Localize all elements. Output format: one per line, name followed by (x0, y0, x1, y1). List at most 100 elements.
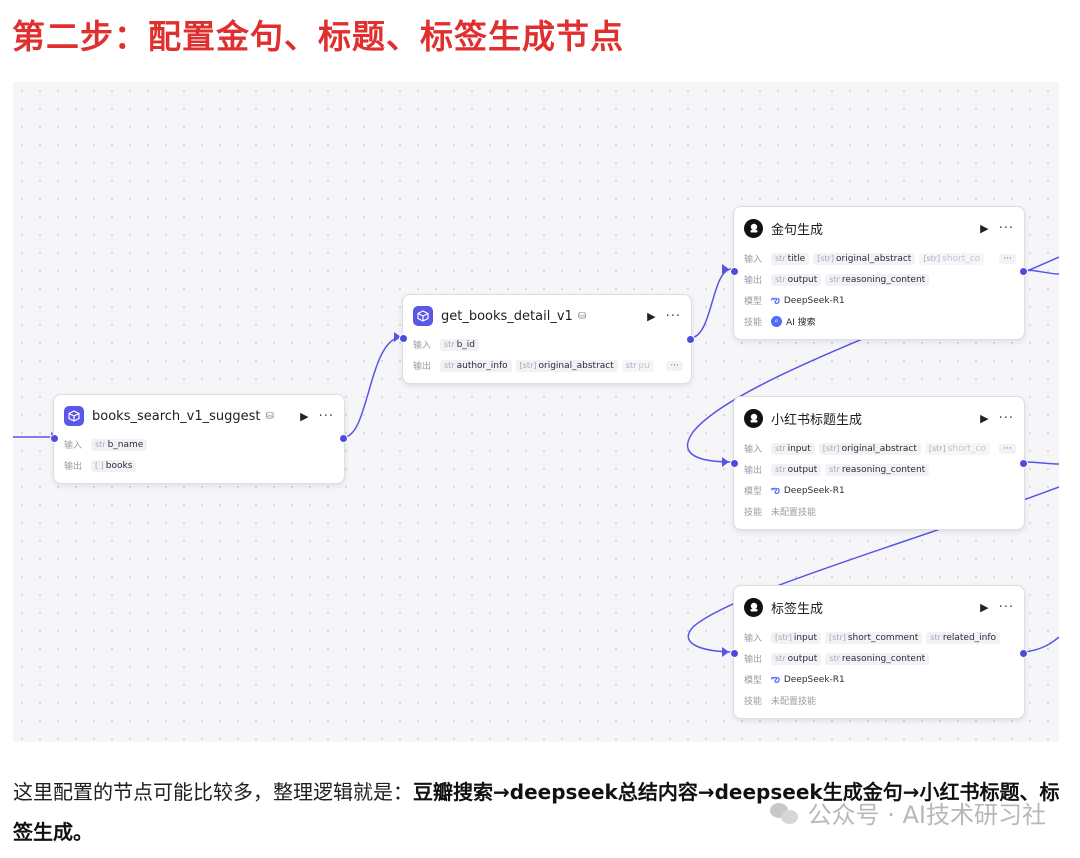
edge-tag-out (1023, 636, 1059, 653)
node-title: 标签生成 (771, 601, 824, 617)
param-chip: [str] original_abstract (818, 442, 921, 455)
model-row: 模型 ఌ DeepSeek-R1 (744, 673, 845, 687)
skill-row: 技能 ⌕ AI 搜索 (744, 316, 816, 328)
param-chip: str title (771, 252, 810, 265)
llm-robot-icon (744, 218, 763, 238)
node-tag[interactable]: 标签生成 ▶ ··· 输入 [str] input [str] short_comm… (730, 585, 1028, 719)
input-handle[interactable] (730, 459, 739, 468)
node-title: 金句生成 (771, 222, 824, 238)
edge-books-search-to-detail (343, 336, 403, 438)
more-options-button[interactable]: ··· (666, 309, 681, 324)
node-title: get_books_detail_v1 (441, 308, 573, 324)
model-name: DeepSeek-R1 (783, 485, 845, 496)
model-row: 模型 ఌ DeepSeek-R1 (744, 484, 845, 498)
store-icon: ⛁ (265, 410, 274, 422)
run-node-button[interactable]: ▶ (980, 222, 988, 235)
deepseek-whale-icon: ఌ (771, 294, 780, 306)
run-node-button[interactable]: ▶ (300, 410, 308, 423)
more-params-button[interactable]: ··· (999, 253, 1016, 264)
deepseek-whale-icon: ఌ (771, 673, 780, 685)
edge-golden-out (1023, 269, 1059, 275)
arrow-xhs (722, 457, 729, 467)
param-chip: str output (771, 652, 822, 665)
node-header: get_books_detail_v1 ⛁ ▶ ··· (413, 304, 681, 328)
param-chip: str input (771, 442, 815, 455)
output-handle[interactable] (1019, 649, 1028, 658)
param-chip: str b_id (440, 338, 480, 351)
paragraph-intro: 这里配置的节点可能比较多，整理逻辑就是： (13, 780, 413, 804)
more-options-button[interactable]: ··· (319, 409, 334, 424)
node-title: 小红书标题生成 (771, 412, 863, 428)
input-handle[interactable] (50, 434, 59, 443)
node-books-search[interactable]: books_search_v1_suggest ⛁ ▶ ··· 输入 str b_… (50, 394, 348, 484)
node-header: 标签生成 ▶ ··· (744, 595, 1014, 619)
output-handle[interactable] (1019, 459, 1028, 468)
node-header: 金句生成 ▶ ··· (744, 216, 1014, 240)
watermark-text: 公众号 · AI技术研习社 (807, 801, 1046, 829)
output-row: 输出 str author_info [str] original_abstract… (413, 357, 683, 374)
plugin-cube-icon (413, 306, 433, 326)
more-params-button[interactable]: ··· (666, 360, 683, 371)
model-row: 模型 ఌ DeepSeek-R1 (744, 294, 845, 308)
output-row: 输出 str output str reasoning_content (744, 461, 1016, 478)
run-node-button[interactable]: ▶ (647, 310, 655, 323)
ai-search-icon: ⌕ (771, 316, 782, 327)
more-options-button[interactable]: ··· (999, 221, 1014, 236)
input-handle[interactable] (730, 267, 739, 276)
run-node-button[interactable]: ▶ (980, 412, 988, 425)
input-handle[interactable] (730, 649, 739, 658)
input-handle[interactable] (399, 334, 408, 343)
skill-name: AI 搜索 (786, 318, 816, 328)
input-row: 输入 [str] input [str] short_comment str rela… (744, 629, 1016, 646)
output-row: 输出 str output str reasoning_content (744, 271, 1016, 288)
param-chip: str output (771, 463, 822, 476)
param-chip: [ ] books (91, 459, 137, 472)
wechat-icon (769, 801, 800, 825)
param-chip: str b_name (91, 438, 148, 451)
model-name: DeepSeek-R1 (783, 674, 845, 685)
skill-name: 未配置技能 (771, 697, 817, 707)
input-row: 输入 str b_id (413, 336, 683, 353)
node-header: books_search_v1_suggest ⛁ ▶ ··· (64, 404, 334, 428)
workflow-canvas[interactable]: books_search_v1_suggest ⛁ ▶ ··· 输入 str b_… (13, 82, 1059, 742)
skill-row: 技能 未配置技能 (744, 692, 1016, 709)
more-options-button[interactable]: ··· (999, 600, 1014, 615)
output-handle[interactable] (339, 434, 348, 443)
param-chip: [str] input (771, 631, 821, 644)
param-chip: [str] short_co (919, 252, 985, 265)
more-options-button[interactable]: ··· (999, 411, 1014, 426)
input-row: 输入 str title [str] original_abstract [str]… (744, 250, 1016, 267)
llm-robot-icon (744, 597, 763, 617)
arrow-tag (722, 647, 729, 657)
llm-robot-icon (744, 408, 763, 428)
input-row: 输入 str b_name (64, 436, 336, 453)
deepseek-whale-icon: ఌ (771, 484, 780, 496)
param-chip: str reasoning_content (825, 463, 930, 476)
param-chip: str related_info (926, 631, 1001, 644)
param-chip: [str] original_abstract (813, 252, 916, 265)
skill-name: 未配置技能 (771, 508, 817, 518)
param-chip: str pu (621, 359, 654, 372)
param-chip: [str] short_comment (825, 631, 923, 644)
param-chip: [str] original_abstract (515, 359, 618, 372)
plugin-cube-icon (64, 406, 84, 426)
watermark: 公众号 · AI技术研习社 (769, 795, 1046, 830)
node-header: 小红书标题生成 ▶ ··· (744, 406, 1014, 430)
node-get-books-detail[interactable]: get_books_detail_v1 ⛁ ▶ ··· 输入 str b_id 输… (399, 294, 695, 384)
edge-detail-to-golden (689, 268, 733, 339)
input-row: 输入 str input [str] original_abstract [str]… (744, 440, 1016, 457)
output-row: 输出 str output str reasoning_content (744, 650, 1016, 667)
output-handle[interactable] (1019, 267, 1028, 276)
section-heading: 第二步：配置金句、标题、标签生成节点 (12, 17, 624, 56)
output-handle[interactable] (686, 335, 695, 344)
output-row: 输出 [ ] books (64, 457, 336, 474)
param-chip: str output (771, 273, 822, 286)
store-icon: ⛁ (577, 310, 587, 322)
skill-row: 技能 未配置技能 (744, 503, 1016, 520)
model-name: DeepSeek-R1 (783, 295, 845, 306)
node-xhs-title[interactable]: 小红书标题生成 ▶ ··· 输入 str input [str] original_… (730, 396, 1028, 530)
run-node-button[interactable]: ▶ (980, 601, 988, 614)
node-golden-sentence[interactable]: 金句生成 ▶ ··· 输入 str title [str] original_abs… (730, 206, 1028, 340)
edge-xhs-out (1023, 461, 1059, 465)
more-params-button[interactable]: ··· (999, 443, 1016, 454)
